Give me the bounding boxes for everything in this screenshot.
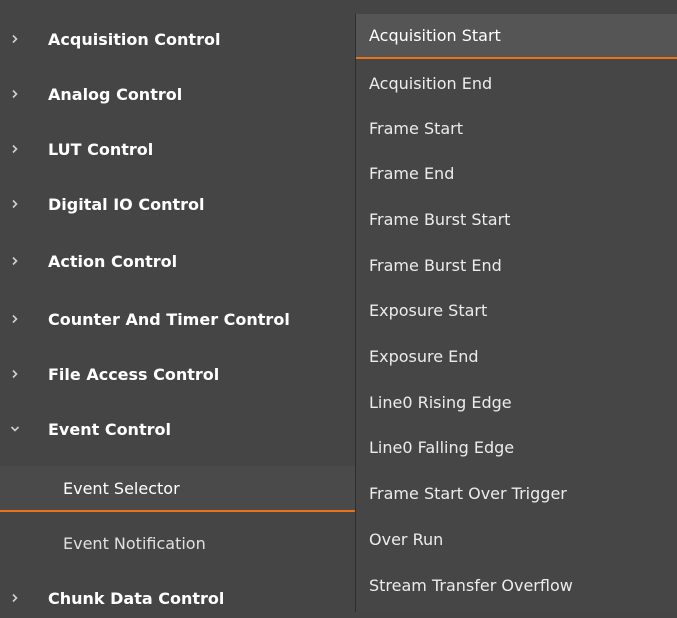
option-label: Frame Start Over Trigger (369, 484, 567, 503)
chevron-down-icon (8, 422, 22, 436)
dropdown-option-over-run[interactable]: Over Run (356, 517, 677, 562)
dropdown-option-line0-rising-edge[interactable]: Line0 Rising Edge (356, 380, 677, 425)
dropdown-option-acquisition-end[interactable]: Acquisition End (356, 61, 677, 106)
dropdown-option-frame-start[interactable]: Frame Start (356, 106, 677, 151)
tree-item-analog-control[interactable]: Analog Control (0, 74, 356, 114)
dropdown-option-exposure-end[interactable]: Exposure End (356, 334, 677, 379)
option-label: Stream Transfer Overflow (369, 576, 573, 595)
event-selector-dropdown-list[interactable]: Acquisition Start Acquisition End Frame … (355, 14, 677, 612)
tree-item-label: Analog Control (48, 84, 183, 104)
tree-item-digital-io-control[interactable]: Digital IO Control (0, 184, 356, 224)
dropdown-option-frame-end[interactable]: Frame End (356, 151, 677, 196)
chevron-right-icon (8, 367, 22, 381)
chevron-right-icon (8, 142, 22, 156)
tree-item-label: File Access Control (48, 364, 220, 384)
tree-item-label: Event Notification (63, 533, 206, 553)
dropdown-option-frame-start-over-trigger[interactable]: Frame Start Over Trigger (356, 471, 677, 516)
feature-tree: Acquisition Control Analog Control LUT C… (0, 0, 356, 612)
tree-item-event-control[interactable]: Event Control (0, 409, 356, 449)
tree-item-label: LUT Control (48, 139, 154, 159)
chevron-right-icon (8, 254, 22, 268)
tree-item-event-selector[interactable]: Event Selector (0, 466, 356, 512)
tree-item-counter-and-timer-control[interactable]: Counter And Timer Control (0, 299, 356, 339)
tree-item-label: Digital IO Control (48, 194, 205, 214)
tree-item-label: Chunk Data Control (48, 588, 225, 608)
dropdown-option-frame-burst-start[interactable]: Frame Burst Start (356, 197, 677, 242)
chevron-right-icon (8, 591, 22, 605)
tree-item-file-access-control[interactable]: File Access Control (0, 354, 356, 394)
option-label: Frame Start (369, 119, 464, 138)
dropdown-option-frame-burst-end[interactable]: Frame Burst End (356, 243, 677, 288)
option-label: Over Run (369, 530, 444, 549)
chevron-right-icon (8, 197, 22, 211)
option-label: Frame End (369, 164, 455, 183)
tree-item-lut-control[interactable]: LUT Control (0, 129, 356, 169)
tree-item-label: Acquisition Control (48, 29, 221, 49)
option-label: Frame Burst Start (369, 210, 511, 229)
chevron-right-icon (8, 87, 22, 101)
chevron-right-icon (8, 32, 22, 46)
option-label: Frame Burst End (369, 256, 502, 275)
chevron-right-icon (8, 312, 22, 326)
dropdown-option-line0-falling-edge[interactable]: Line0 Falling Edge (356, 425, 677, 470)
tree-item-acquisition-control[interactable]: Acquisition Control (0, 19, 356, 59)
option-label: Line0 Rising Edge (369, 393, 512, 412)
dropdown-option-stream-transfer-overflow[interactable]: Stream Transfer Overflow (356, 563, 677, 608)
option-label: Acquisition End (369, 74, 493, 93)
feature-tree-panel: Acquisition Control Analog Control LUT C… (0, 0, 677, 612)
tree-item-label: Event Selector (63, 478, 180, 498)
option-label: Line0 Falling Edge (369, 438, 515, 457)
tree-item-chunk-data-control[interactable]: Chunk Data Control (0, 578, 356, 618)
dropdown-option-exposure-start[interactable]: Exposure Start (356, 288, 677, 333)
tree-item-event-notification[interactable]: Event Notification (0, 520, 356, 566)
option-label: Exposure Start (369, 301, 488, 320)
tree-item-action-control[interactable]: Action Control (0, 241, 356, 281)
option-label: Acquisition Start (369, 26, 501, 45)
dropdown-option-acquisition-start[interactable]: Acquisition Start (356, 14, 677, 59)
tree-item-label: Action Control (48, 251, 178, 271)
tree-item-label: Counter And Timer Control (48, 309, 290, 329)
option-label: Exposure End (369, 347, 479, 366)
tree-item-label: Event Control (48, 419, 171, 439)
